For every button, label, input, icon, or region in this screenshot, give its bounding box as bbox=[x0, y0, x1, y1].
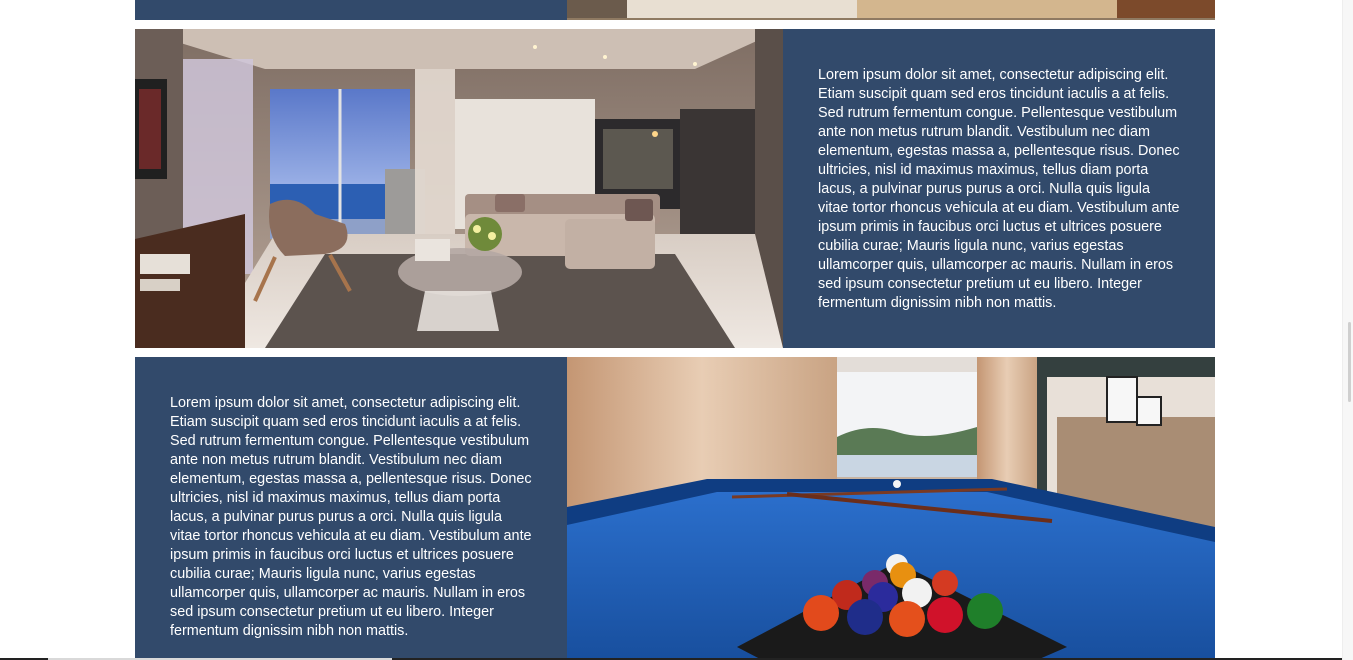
page: Lorem ipsum dolor sit amet, consectetur … bbox=[0, 0, 1353, 660]
living-room-image bbox=[135, 29, 783, 348]
game-room-paragraph: Lorem ipsum dolor sit amet, consectetur … bbox=[170, 395, 532, 639]
section-game-room: Lorem ipsum dolor sit amet, consectetur … bbox=[135, 357, 1215, 660]
living-room-paragraph: Lorem ipsum dolor sit amet, consectetur … bbox=[818, 67, 1180, 311]
room-image-partial bbox=[567, 0, 1215, 20]
game-room-text-panel: Lorem ipsum dolor sit amet, consectetur … bbox=[135, 357, 567, 660]
living-room-text-panel: Lorem ipsum dolor sit amet, consectetur … bbox=[783, 29, 1215, 348]
scrollbar[interactable] bbox=[1342, 0, 1353, 660]
game-room-image bbox=[567, 357, 1215, 660]
section-partial-top bbox=[135, 0, 1215, 20]
text-panel-partial bbox=[135, 0, 567, 20]
section-living-room: Lorem ipsum dolor sit amet, consectetur … bbox=[135, 29, 1215, 348]
scrollbar-thumb[interactable] bbox=[1348, 322, 1351, 402]
